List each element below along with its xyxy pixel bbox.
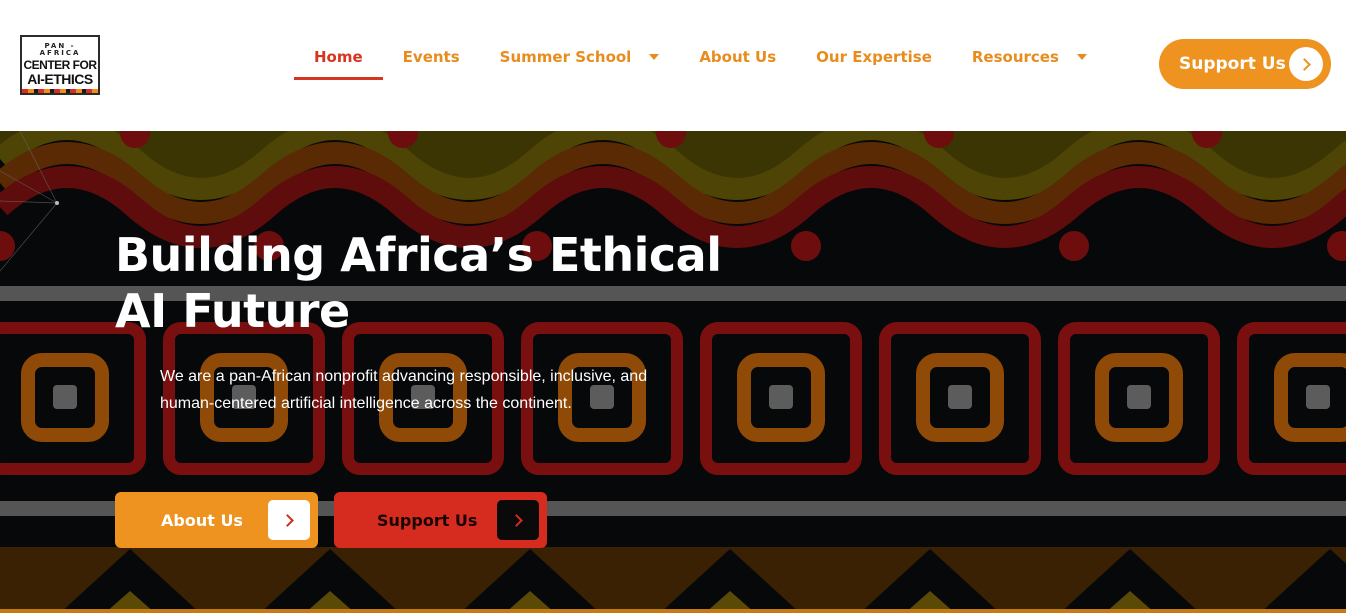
- nav-item-label: Home: [314, 48, 363, 66]
- logo-line-1: PAN - AFRICA: [39, 42, 81, 57]
- hero-section: Building Africa’s Ethical AI Future We a…: [0, 131, 1346, 613]
- hero-support-arrow: [497, 500, 539, 540]
- nav-item-about-us[interactable]: About Us: [679, 40, 796, 80]
- hero-title: Building Africa’s Ethical AI Future: [115, 228, 722, 338]
- hero-support-label: Support Us: [377, 510, 478, 530]
- nav-item-label: About Us: [699, 48, 777, 66]
- site-logo[interactable]: PAN - AFRICA CENTER FOR AI-ETHICS: [20, 35, 100, 95]
- caret-down-icon: [1076, 54, 1087, 60]
- caret-down-icon: [649, 54, 660, 60]
- nav-item-label: Resources: [971, 48, 1059, 66]
- about-us-label: About Us: [161, 510, 243, 530]
- header-support-arrow: [1289, 47, 1323, 81]
- about-us-button[interactable]: About Us: [115, 492, 318, 548]
- about-us-arrow: [268, 500, 310, 540]
- site-header: PAN - AFRICA CENTER FOR AI-ETHICS Home E…: [0, 0, 1346, 131]
- nav-item-label: Events: [402, 48, 460, 66]
- main-nav: Home Events Summer School About Us Our E…: [294, 40, 1107, 80]
- logo-line-2: CENTER FOR: [23, 58, 98, 72]
- logo-line-3: AI-ETHICS: [27, 71, 93, 87]
- hero-description: We are a pan-African nonprofit advancing…: [160, 368, 648, 412]
- nav-item-our-expertise[interactable]: Our Expertise: [796, 40, 952, 80]
- chevron-right-icon: [510, 513, 523, 527]
- nav-item-home[interactable]: Home: [294, 40, 383, 80]
- header-support-button[interactable]: Support Us: [1159, 39, 1331, 89]
- nav-item-label: Our Expertise: [816, 48, 932, 66]
- nav-item-label: Summer School: [499, 48, 632, 66]
- logo-stripe: [22, 89, 98, 93]
- nav-item-events[interactable]: Events: [383, 40, 480, 80]
- chevron-right-icon: [1298, 57, 1311, 71]
- chevron-right-icon: [281, 513, 294, 527]
- nav-item-summer-school[interactable]: Summer School: [480, 40, 680, 80]
- header-support-label: Support Us: [1179, 54, 1286, 74]
- hero-support-button[interactable]: Support Us: [334, 492, 547, 548]
- nav-item-resources[interactable]: Resources: [952, 40, 1107, 80]
